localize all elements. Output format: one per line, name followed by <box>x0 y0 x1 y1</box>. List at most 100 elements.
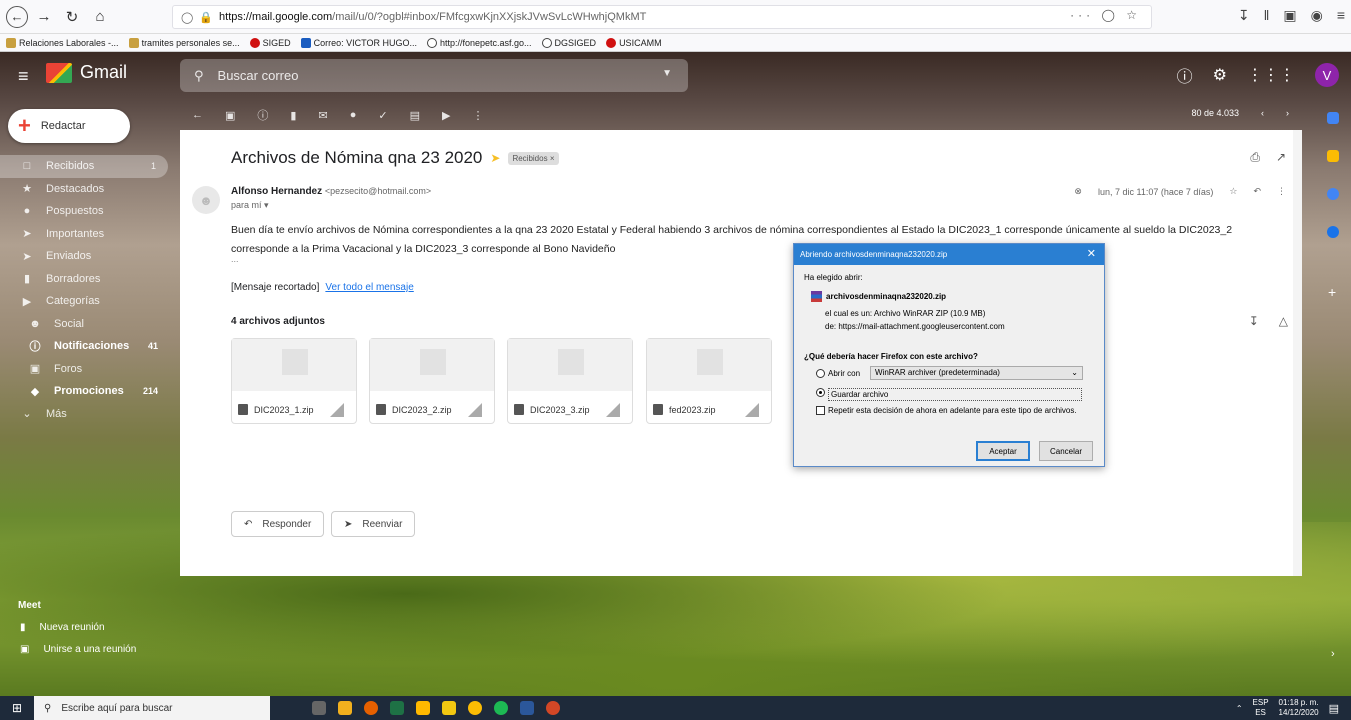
sidebar-item-destacados[interactable]: ★ Destacados <box>0 178 170 201</box>
star-icon[interactable]: ☆ <box>1229 186 1237 197</box>
add-to-drive-icon[interactable]: △ <box>1279 314 1288 328</box>
prev-icon[interactable]: ‹ <box>1261 108 1264 118</box>
reply-icon[interactable]: ↶ <box>1253 186 1261 197</box>
recipient-details[interactable]: para mí ▾ <box>231 200 269 211</box>
new-meeting-button[interactable]: ▮ Nueva reunión <box>20 622 105 633</box>
bookmark-item[interactable]: tramites personales se... <box>128 37 240 48</box>
search-input[interactable]: ⚲ Buscar correo ▼ <box>180 59 688 92</box>
mark-unread-icon[interactable]: ✉ <box>318 109 327 122</box>
forward-button[interactable]: → <box>32 5 56 29</box>
bookmark-item[interactable]: SIGED <box>249 37 291 48</box>
app-icon[interactable] <box>338 701 352 715</box>
taskbar-search-input[interactable]: ⚲ Escribe aquí para buscar <box>34 696 270 720</box>
search-icon[interactable]: ⚲ <box>194 68 204 84</box>
sidebar-item-social[interactable]: ☻ Social <box>0 313 170 336</box>
spam-icon[interactable]: ⓘ <box>257 107 268 123</box>
join-meeting-button[interactable]: ▣ Unirse a una reunión <box>20 644 136 655</box>
add-task-icon[interactable]: ✓ <box>378 109 387 122</box>
save-file-label[interactable]: Guardar archivo <box>828 388 1082 401</box>
trash-icon[interactable]: ▮ <box>290 109 296 122</box>
move-to-icon[interactable]: ▤ <box>410 109 420 122</box>
trimmed-content[interactable]: ... <box>231 254 239 264</box>
sidebar-item-promociones[interactable]: ◆ Promociones 214 <box>0 380 170 403</box>
download-all-icon[interactable]: ↧ <box>1249 314 1259 328</box>
sidebar-item-categorias[interactable]: ▶ Categorías <box>0 290 170 313</box>
open-with-radio[interactable] <box>816 369 825 378</box>
open-with-select[interactable]: WinRAR archiver (predeterminada) ⌄ <box>870 366 1083 380</box>
language-indicator[interactable]: ESP ES <box>1253 698 1269 718</box>
contacts-icon[interactable] <box>1327 226 1339 238</box>
word-icon[interactable] <box>520 701 534 715</box>
clock[interactable]: 01:18 p. m. 14/12/2020 <box>1279 698 1319 718</box>
next-icon[interactable]: › <box>1286 108 1289 118</box>
accept-button[interactable]: Aceptar <box>976 441 1030 461</box>
attachment-card[interactable]: DIC2023_2.zip <box>369 338 495 424</box>
close-icon[interactable]: ✕ <box>1087 247 1096 260</box>
label-chip[interactable]: Recibidos × <box>508 151 559 165</box>
save-file-radio[interactable] <box>816 388 825 397</box>
bookmark-item[interactable]: http://fonepetc.asf.go... <box>426 37 532 48</box>
compose-button[interactable]: + Redactar <box>8 109 130 143</box>
back-button[interactable]: ← <box>6 5 28 28</box>
scrollbar[interactable] <box>1293 130 1302 576</box>
sidebar-item-recibidos[interactable]: □ Recibidos 1 <box>0 155 168 178</box>
search-options-icon[interactable]: ▼ <box>662 68 672 79</box>
sidebar-item-borradores[interactable]: ▮ Borradores <box>0 268 170 291</box>
bookmark-item[interactable]: DGSIGED <box>541 37 596 48</box>
sidebar-item-foros[interactable]: ▣ Foros <box>0 358 170 381</box>
reload-button[interactable]: ↻ <box>60 5 84 29</box>
sidebar-icon[interactable]: ▣ <box>1283 7 1296 24</box>
more-icon[interactable]: ⋮ <box>472 109 483 122</box>
sidebar-item-enviados[interactable]: ➤ Enviados <box>0 245 170 268</box>
keep-icon[interactable] <box>1327 150 1339 162</box>
powerbi-icon[interactable] <box>442 701 456 715</box>
attachment-card[interactable]: fed2023.zip <box>646 338 772 424</box>
windows-start-icon[interactable]: ⊞ <box>0 696 34 720</box>
open-with-label[interactable]: Abrir con <box>828 369 860 378</box>
attachment-card[interactable]: DIC2023_1.zip <box>231 338 357 424</box>
main-menu-icon[interactable]: ≡ <box>18 66 29 87</box>
label-icon[interactable]: ▶ <box>442 109 450 122</box>
chrome-icon[interactable] <box>468 701 482 715</box>
account-icon[interactable]: ◉ <box>1311 7 1323 24</box>
help-icon[interactable]: ⓘ <box>1177 63 1193 87</box>
snooze-icon[interactable]: ● <box>350 109 357 121</box>
attachment-card[interactable]: DIC2023_3.zip <box>507 338 633 424</box>
avatar[interactable]: V <box>1315 63 1339 87</box>
firefox-icon[interactable] <box>364 701 378 715</box>
remember-label[interactable]: Repetir esta decisión de ahora en adelan… <box>828 406 1077 415</box>
more-icon[interactable]: ⋮ <box>1277 186 1286 197</box>
forward-button[interactable]: ➤ Reenviar <box>331 511 416 537</box>
cancel-button[interactable]: Cancelar <box>1039 441 1093 461</box>
back-arrow-icon[interactable]: ← <box>192 109 203 121</box>
sidebar-item-pospuestos[interactable]: ● Pospuestos <box>0 200 170 223</box>
calendar-icon[interactable] <box>1327 112 1339 124</box>
archive-icon[interactable]: ▣ <box>225 109 235 122</box>
excel-icon[interactable] <box>390 701 404 715</box>
apps-grid-icon[interactable]: ⋮⋮⋮ <box>1247 65 1295 85</box>
open-new-window-icon[interactable]: ↗ <box>1276 150 1286 165</box>
importance-icon[interactable]: ➤ <box>490 151 500 165</box>
home-button[interactable]: ⌂ <box>88 5 112 29</box>
download-icon[interactable]: ↧ <box>1238 7 1250 24</box>
remember-checkbox[interactable] <box>816 406 825 415</box>
view-entire-message-link[interactable]: Ver todo el mensaje <box>325 282 413 293</box>
add-addon-icon[interactable]: + <box>1328 284 1336 300</box>
sidebar-item-importantes[interactable]: ➤ Importantes <box>0 223 170 246</box>
notifications-icon[interactable]: ▤ <box>1329 702 1339 715</box>
url-bar[interactable]: ◯ 🔒 https://mail.google.com/mail/u/0/?og… <box>172 5 1152 29</box>
bookmark-item[interactable]: Relaciones Laborales -... <box>6 37 119 48</box>
chevron-up-icon[interactable]: ⌃ <box>1236 704 1243 713</box>
spotify-icon[interactable] <box>494 701 508 715</box>
file-explorer-icon[interactable] <box>416 701 430 715</box>
library-icon[interactable]: ‖ <box>1264 7 1270 24</box>
powerpoint-icon[interactable] <box>546 701 560 715</box>
reply-button[interactable]: ↶ Responder <box>231 511 325 537</box>
bookmark-item[interactable]: Correo: VICTOR HUGO... <box>300 37 417 48</box>
expand-panel-icon[interactable]: › <box>1331 648 1335 660</box>
menu-icon[interactable]: ≡ <box>1337 7 1345 24</box>
task-view-icon[interactable] <box>312 701 326 715</box>
sidebar-item-mas[interactable]: ⌄ Más <box>0 403 170 426</box>
tasks-icon[interactable] <box>1327 188 1339 200</box>
gmail-logo[interactable]: Gmail <box>46 62 127 83</box>
